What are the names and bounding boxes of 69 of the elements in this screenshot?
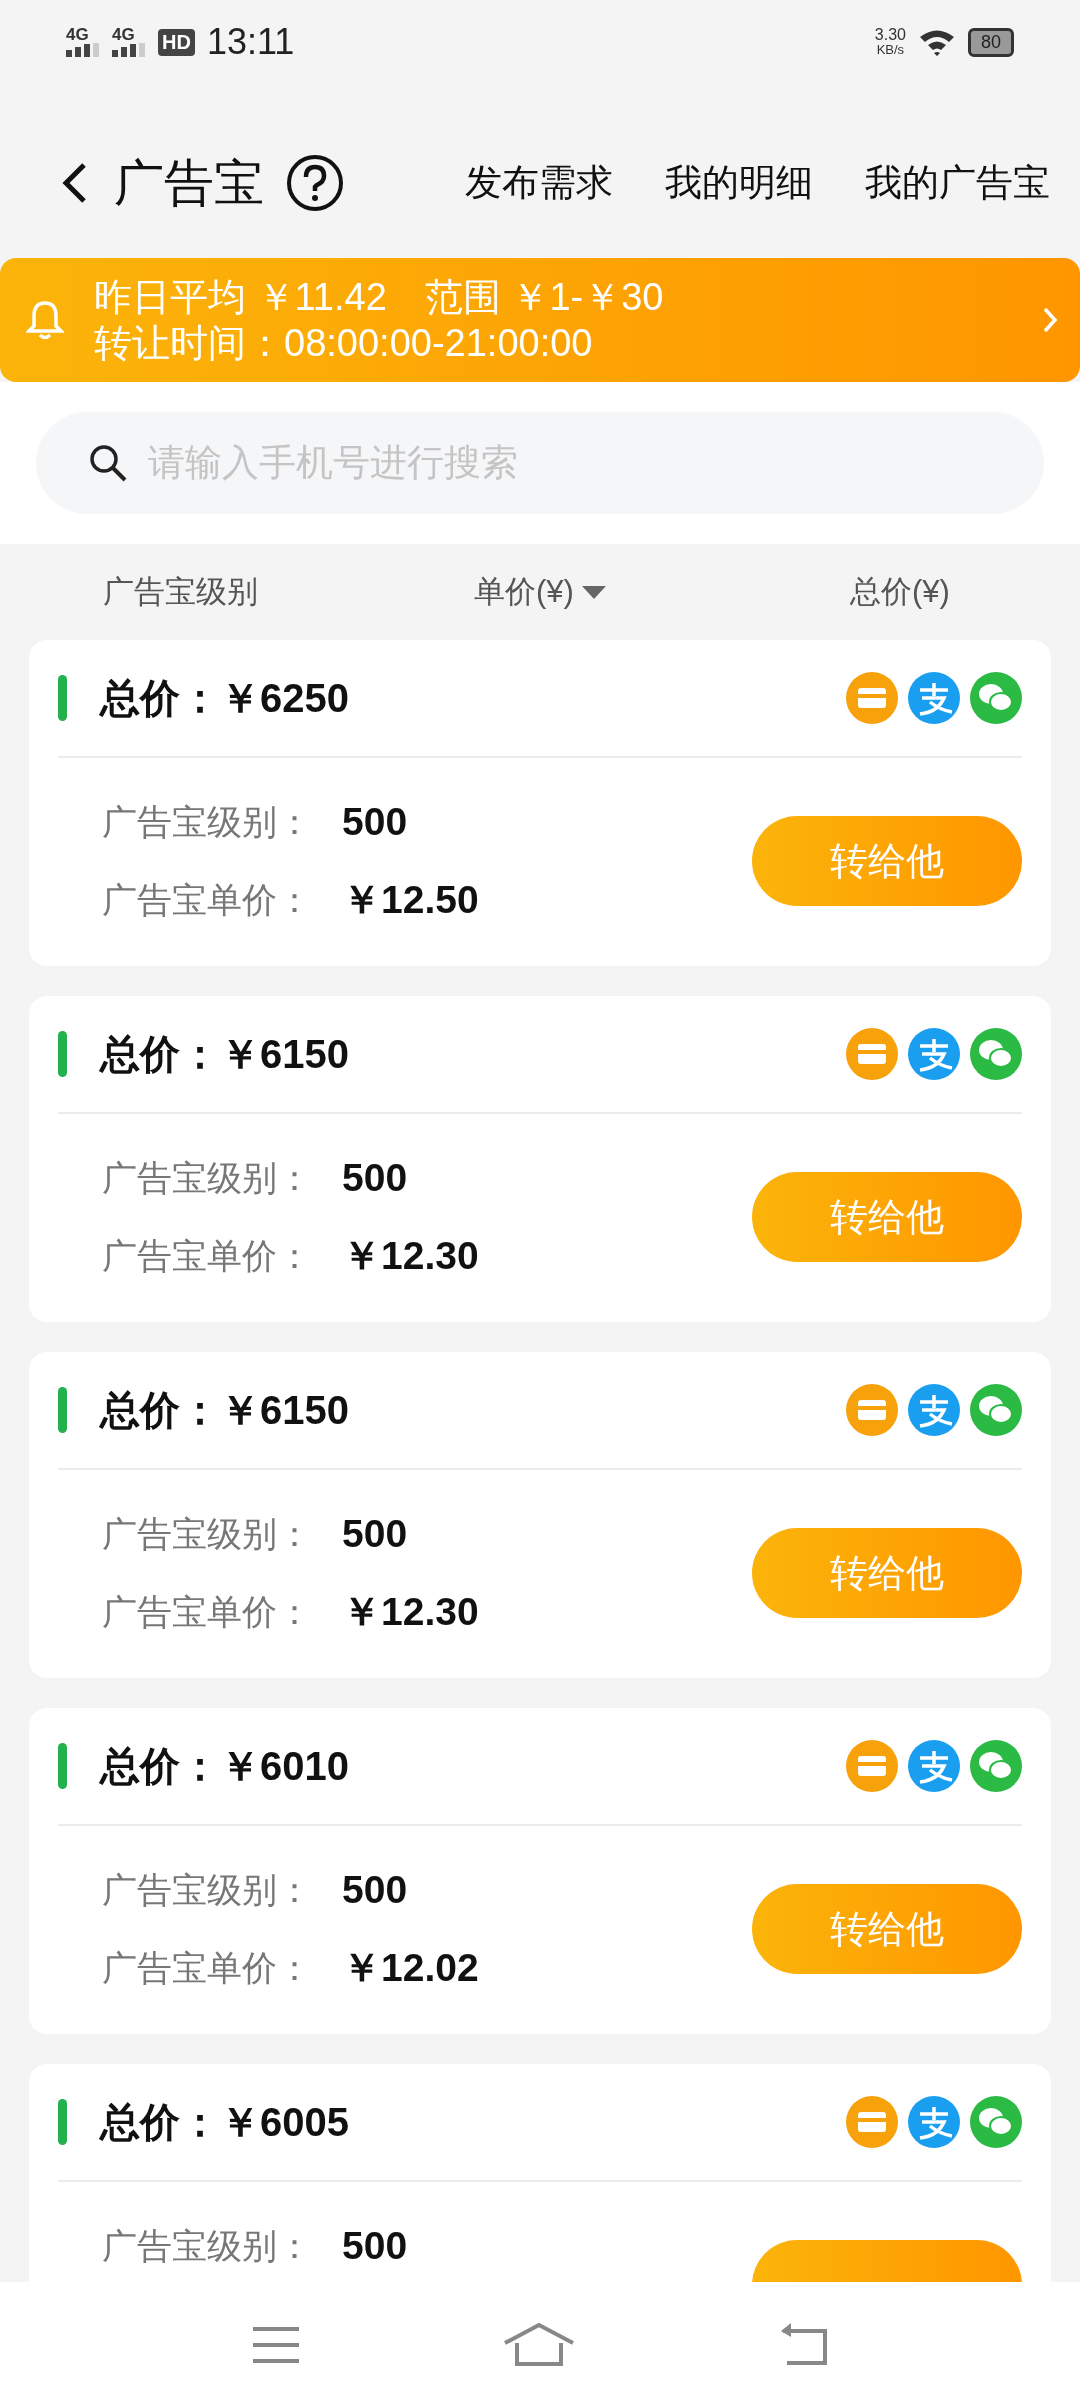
alipay-icon: [908, 2096, 960, 2148]
nav-link[interactable]: 发布需求: [465, 158, 613, 208]
field-label: 广告宝单价：: [102, 1234, 313, 1277]
signal-icon: [112, 43, 146, 57]
clock: 13:11: [206, 21, 295, 63]
speed-unit: KB/s: [876, 42, 905, 57]
search-icon: [88, 443, 128, 483]
field-label: 广告宝单价：: [102, 1590, 313, 1633]
page-title: 广告宝: [114, 153, 264, 213]
total-price: 总价：￥6150: [100, 1030, 349, 1078]
card-payment-icon: [846, 1740, 898, 1792]
level-value: 500: [342, 1156, 408, 1200]
field-label: 广告宝单价：: [102, 1946, 313, 1989]
network-label: 4G: [112, 27, 135, 43]
help-icon[interactable]: [286, 154, 344, 212]
level-value: 500: [342, 800, 408, 844]
wechat-icon: [970, 1028, 1022, 1080]
card-payment-icon: [846, 672, 898, 724]
battery-icon: 80: [967, 27, 1014, 57]
total-price: 总价：￥6005: [100, 2098, 349, 2146]
total-price: 总价：￥6250: [100, 674, 349, 722]
field-label: 广告宝单价：: [102, 878, 313, 921]
alipay-icon: [908, 672, 960, 724]
notice-text: 昨日平均 ￥11.42 范围 ￥1-￥30: [94, 275, 665, 320]
wechat-icon: [970, 1384, 1022, 1436]
nav-link[interactable]: 我的广告宝: [865, 158, 1050, 208]
accent-bar: [58, 1031, 67, 1077]
field-label: 广告宝级别：: [102, 1868, 313, 1911]
bell-icon: [26, 299, 64, 341]
alipay-icon: [908, 1740, 960, 1792]
back-icon[interactable]: [60, 161, 88, 205]
unit-price-value: ￥12.50: [342, 877, 479, 923]
level-value: 500: [342, 2224, 408, 2268]
alipay-icon: [908, 1384, 960, 1436]
field-label: 广告宝级别：: [102, 1156, 313, 1199]
notice-text: 转让时间：08:00:00-21:00:00: [94, 321, 594, 366]
accent-bar: [58, 1743, 67, 1789]
total-price: 总价：￥6150: [100, 1386, 349, 1434]
unit-price-value: ￥12.30: [342, 1589, 479, 1635]
home-icon[interactable]: [503, 2323, 575, 2367]
card-payment-icon: [846, 2096, 898, 2148]
signal-icon: [66, 43, 100, 57]
menu-icon[interactable]: [251, 2325, 301, 2365]
total-price: 总价：￥6010: [100, 1742, 349, 1790]
hd-badge: HD: [158, 28, 195, 56]
speed-value: 3.30: [874, 27, 906, 42]
wechat-icon: [970, 672, 1022, 724]
alipay-icon: [908, 1028, 960, 1080]
level-value: 500: [342, 1512, 408, 1556]
accent-bar: [58, 2099, 67, 2145]
unit-price-value: ￥12.02: [342, 1945, 479, 1991]
column-header[interactable]: 广告宝级别: [0, 571, 360, 613]
card-payment-icon: [846, 1028, 898, 1080]
accent-bar: [58, 1387, 67, 1433]
wechat-icon: [970, 2096, 1022, 2148]
field-label: 广告宝级别：: [102, 2224, 313, 2267]
sort-down-icon: [581, 584, 606, 600]
accent-bar: [58, 675, 67, 721]
wechat-icon: [970, 1740, 1022, 1792]
field-label: 广告宝级别：: [102, 1512, 313, 1555]
column-header[interactable]: 总价(¥): [720, 571, 1080, 613]
level-value: 500: [342, 1868, 408, 1912]
network-label: 4G: [66, 27, 89, 43]
column-header[interactable]: 单价(¥): [360, 571, 720, 613]
card-payment-icon: [846, 1384, 898, 1436]
unit-price-value: ￥12.30: [342, 1233, 479, 1279]
nav-link[interactable]: 我的明细: [665, 158, 813, 208]
chevron-icon: [1042, 306, 1058, 334]
field-label: 广告宝级别：: [102, 800, 313, 843]
